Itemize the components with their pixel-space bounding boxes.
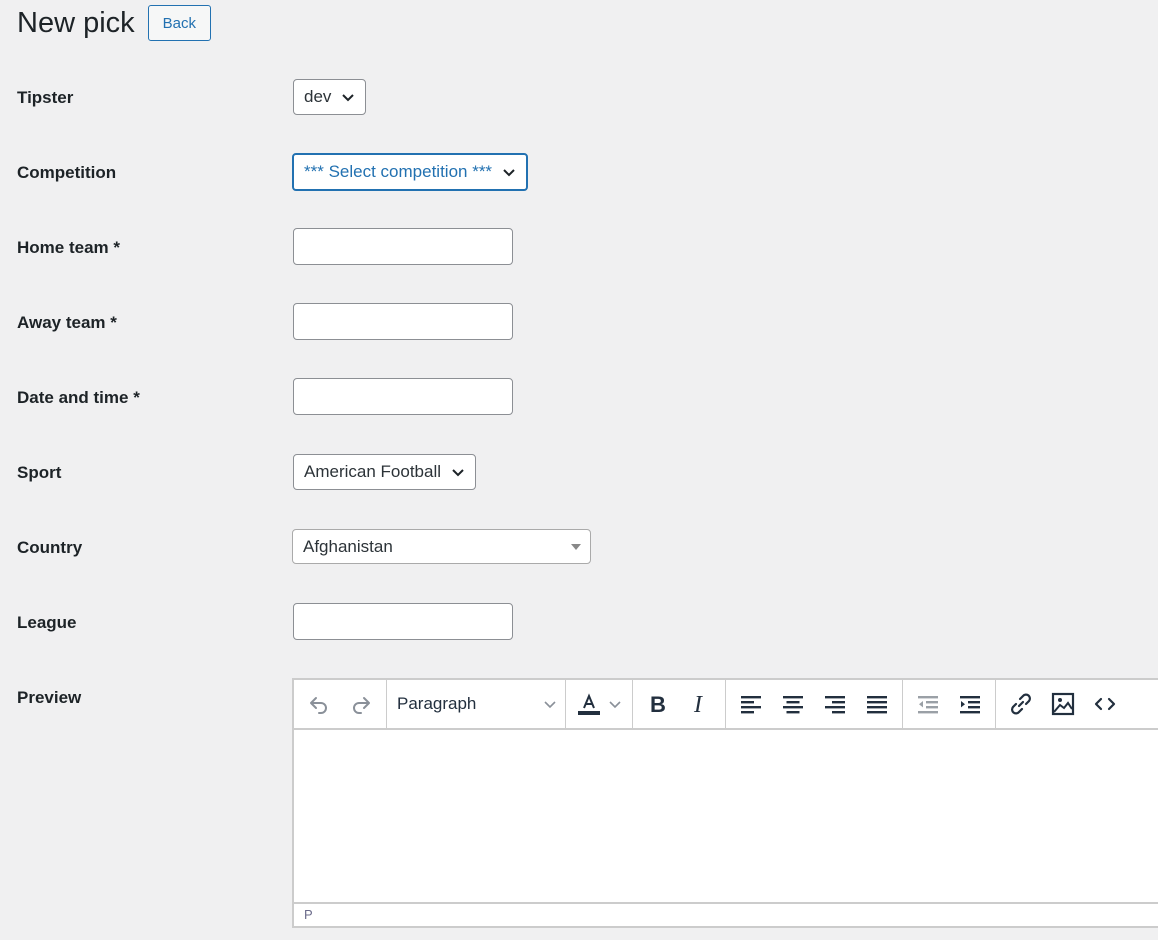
back-button[interactable]: Back: [147, 5, 212, 41]
chevron-down-icon: [503, 169, 515, 177]
undo-button[interactable]: [298, 684, 340, 724]
format-group: Paragraph: [387, 680, 566, 728]
italic-button[interactable]: I: [679, 684, 721, 724]
image-icon: [1051, 692, 1075, 716]
svg-text:B: B: [650, 693, 666, 715]
block-format-value: Paragraph: [397, 694, 477, 713]
home-team-input[interactable]: [293, 228, 513, 265]
away-team-input[interactable]: [293, 303, 513, 340]
editor-toolbar: Paragraph B I: [294, 680, 1158, 730]
color-group: [566, 680, 633, 728]
league-label: League: [17, 613, 77, 632]
country-label: Country: [17, 538, 83, 557]
page-title: New pick: [17, 7, 135, 39]
align-right-icon: [825, 696, 845, 714]
align-justify-button[interactable]: [856, 684, 898, 724]
align-left-icon: [741, 696, 761, 714]
undo-icon: [310, 697, 327, 714]
competition-label: Competition: [17, 163, 117, 182]
tipster-select[interactable]: dev: [293, 79, 367, 115]
image-button[interactable]: [1042, 684, 1084, 724]
page-header: New pick Back: [17, 4, 212, 42]
indent-icon: [960, 696, 980, 714]
link-button[interactable]: [1000, 684, 1042, 724]
indent-button[interactable]: [949, 684, 991, 724]
align-right-button[interactable]: [814, 684, 856, 724]
chevron-down-icon: [342, 94, 355, 102]
svg-text:I: I: [693, 693, 703, 715]
league-input[interactable]: [293, 603, 513, 640]
editor-statusbar: P: [294, 902, 1158, 926]
text-color-icon: [578, 693, 600, 715]
country-value: Afghanistan: [303, 536, 393, 556]
chevron-down-icon: [452, 469, 464, 477]
preview-label: Preview: [17, 688, 82, 707]
outdent-button[interactable]: [907, 684, 949, 724]
bold-icon: B: [650, 693, 666, 715]
align-left-button[interactable]: [730, 684, 772, 724]
style-group: B I: [633, 680, 726, 728]
date-time-label: Date and time *: [17, 388, 140, 407]
rich-text-editor: Paragraph B I P: [292, 678, 1158, 928]
tipster-label: Tipster: [17, 88, 74, 107]
align-justify-icon: [867, 696, 887, 714]
align-center-button[interactable]: [772, 684, 814, 724]
block-format-select[interactable]: Paragraph: [387, 684, 565, 724]
outdent-icon: [918, 696, 938, 714]
country-select[interactable]: Afghanistan: [292, 529, 591, 564]
redo-icon: [353, 697, 370, 714]
align-center-icon: [783, 696, 803, 714]
history-group: [294, 680, 387, 728]
italic-icon: I: [693, 693, 703, 715]
link-icon: [1011, 693, 1031, 715]
text-color-button[interactable]: [570, 684, 628, 724]
sport-label: Sport: [17, 463, 62, 482]
date-time-input[interactable]: [293, 378, 513, 415]
code-icon: [1094, 697, 1116, 711]
insert-group: [996, 680, 1130, 728]
away-team-label: Away team *: [17, 313, 117, 332]
editor-content-area[interactable]: [294, 730, 1158, 904]
competition-select[interactable]: *** Select competition ***: [292, 153, 529, 191]
redo-button[interactable]: [340, 684, 382, 724]
dropdown-arrow-icon: [571, 544, 581, 550]
source-code-button[interactable]: [1084, 684, 1126, 724]
home-team-label: Home team *: [17, 238, 120, 257]
element-path[interactable]: P: [304, 907, 313, 922]
sport-value: American Football: [304, 462, 442, 481]
align-group: [726, 680, 903, 728]
competition-value: *** Select competition ***: [304, 162, 493, 181]
indent-group: [903, 680, 996, 728]
bold-button[interactable]: B: [637, 684, 679, 724]
sport-select[interactable]: American Football: [293, 454, 477, 490]
chevron-down-icon: [544, 701, 556, 709]
chevron-down-icon: [609, 701, 621, 709]
tipster-value: dev: [304, 87, 332, 106]
